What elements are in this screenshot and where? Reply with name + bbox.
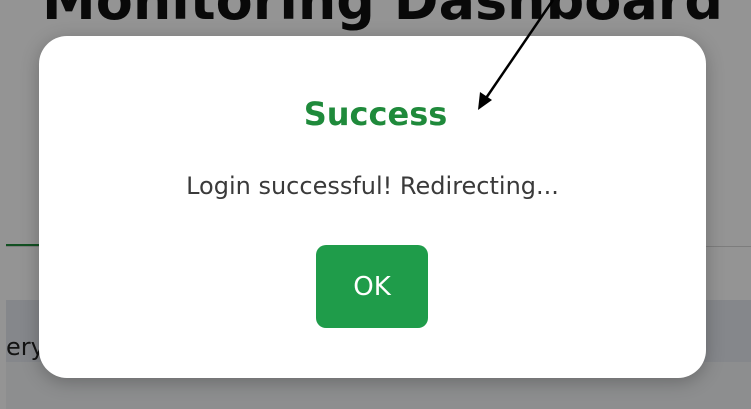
dialog-title: Success	[303, 95, 448, 133]
screenshot-frame: Monitoring Dashboard ery Success Login s…	[0, 0, 751, 409]
ok-button[interactable]: OK	[316, 245, 428, 328]
dialog-message: Login successful! Redirecting...	[186, 172, 559, 200]
